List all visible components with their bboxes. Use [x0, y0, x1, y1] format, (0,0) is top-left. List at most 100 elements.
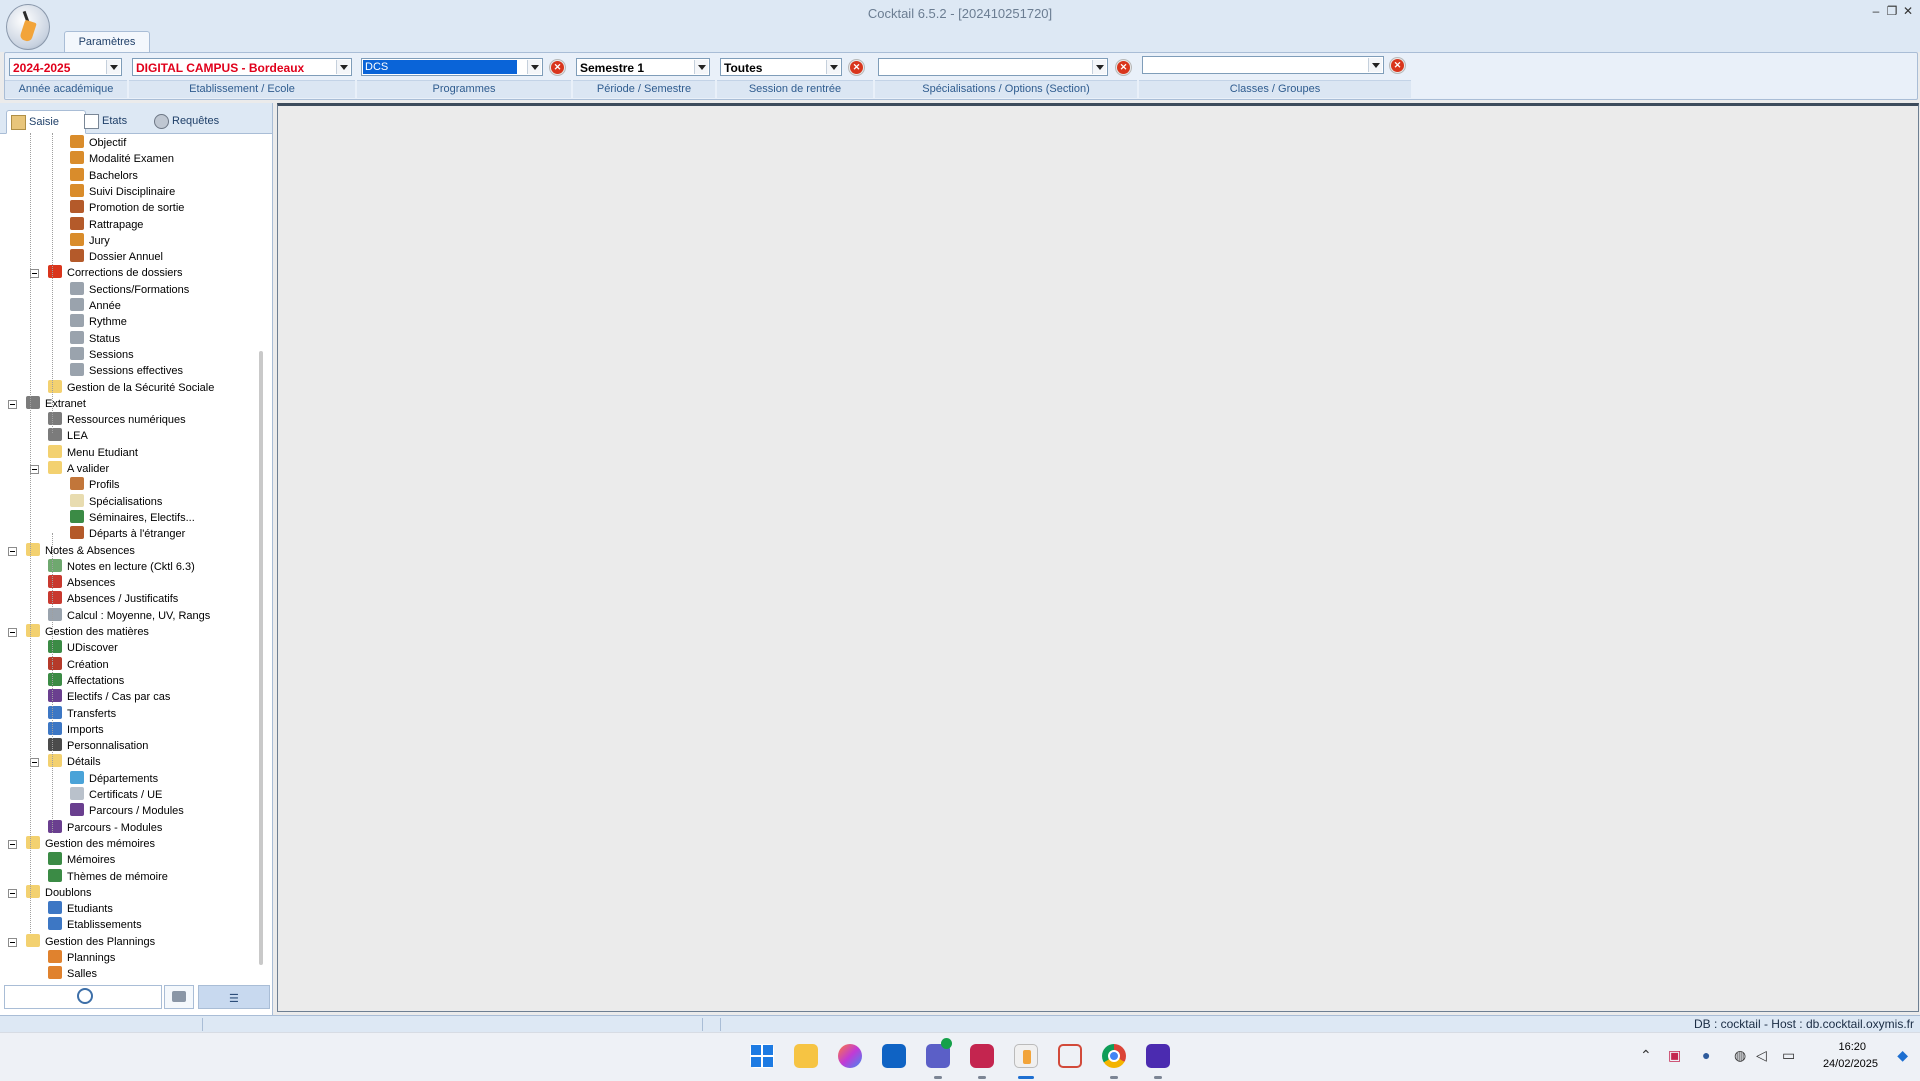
collapse-toggle[interactable]: [8, 937, 17, 947]
clear-programmes-button[interactable]: [549, 59, 566, 76]
tree-item[interactable]: Menu Etudiant: [48, 444, 138, 461]
tab-requetes[interactable]: Requêtes: [150, 110, 219, 132]
chevron-down-icon[interactable]: [694, 60, 708, 74]
tree-search-button[interactable]: [4, 985, 162, 1009]
tree-item[interactable]: Bachelors: [70, 167, 138, 184]
tab-saisie[interactable]: Saisie: [6, 110, 86, 134]
tree-item[interactable]: Départements: [70, 770, 158, 787]
tree-item[interactable]: Départs à l'étranger: [70, 526, 185, 542]
annee-select[interactable]: 2024-2025: [9, 58, 122, 76]
tree-item[interactable]: Sections/Formations: [70, 281, 189, 298]
notification-bell-icon[interactable]: ◆: [1897, 1047, 1908, 1064]
tree-item[interactable]: Etablissements: [48, 917, 142, 933]
snipping-tool-icon[interactable]: [1058, 1044, 1082, 1068]
tree-item[interactable]: Plannings: [48, 950, 115, 966]
microphone-icon[interactable]: ●: [1702, 1047, 1710, 1063]
file-explorer-icon[interactable]: [794, 1044, 818, 1068]
outlook-icon[interactable]: [882, 1044, 906, 1068]
start-icon[interactable]: [750, 1044, 774, 1068]
collapse-toggle[interactable]: [30, 269, 39, 279]
tree-item[interactable]: Création: [48, 656, 109, 673]
chevron-down-icon[interactable]: [527, 60, 541, 74]
tree-item[interactable]: Détails: [48, 754, 101, 770]
chevron-up-icon[interactable]: ⌃: [1640, 1047, 1652, 1064]
tree-item[interactable]: Status: [70, 330, 120, 347]
specialisations-select[interactable]: [878, 58, 1108, 76]
clear-classes-button[interactable]: [1389, 57, 1406, 74]
tree-item[interactable]: LEA: [48, 428, 88, 444]
tree-item[interactable]: Doublons: [26, 884, 91, 901]
gift-icon[interactable]: ▣: [1668, 1047, 1681, 1064]
tree-item[interactable]: Calcul : Moyenne, UV, Rangs: [48, 607, 210, 624]
collapse-toggle[interactable]: [8, 888, 17, 898]
tree-item[interactable]: Rythme: [70, 314, 127, 330]
cocktail-app-icon[interactable]: [1014, 1044, 1038, 1068]
teams-icon[interactable]: [926, 1038, 952, 1068]
tree-item[interactable]: Personnalisation: [48, 738, 148, 754]
collapse-toggle[interactable]: [8, 628, 17, 637]
clock-date[interactable]: 24/02/2025: [1823, 1058, 1878, 1070]
clock-time[interactable]: 16:20: [1838, 1041, 1866, 1053]
periode-select[interactable]: Semestre 1: [576, 58, 710, 76]
tree-item[interactable]: Absences: [48, 575, 115, 591]
print-button[interactable]: [164, 985, 194, 1009]
tree-item[interactable]: Notes & Absences: [26, 542, 135, 559]
tree-item[interactable]: Corrections de dossiers: [48, 265, 183, 281]
chevron-down-icon[interactable]: [1092, 60, 1106, 74]
close-button[interactable]: ✕: [1900, 4, 1916, 18]
tree-item[interactable]: A valider: [48, 461, 109, 477]
tree-item[interactable]: Objectif: [70, 135, 126, 151]
tree-item[interactable]: Suivi Disciplinaire: [70, 183, 175, 200]
tab-etats[interactable]: Etats: [80, 110, 127, 132]
tree-item[interactable]: Spécialisations: [70, 493, 162, 510]
minimize-button[interactable]: –: [1868, 4, 1884, 18]
tree-item[interactable]: Mémoires: [48, 852, 115, 868]
tree-item[interactable]: Année: [70, 298, 121, 314]
search-app-icon[interactable]: [1146, 1044, 1170, 1068]
tree-item[interactable]: Thèmes de mémoire: [48, 868, 168, 885]
collapse-toggle[interactable]: [8, 399, 17, 409]
tree-item[interactable]: Dossier Annuel: [70, 249, 163, 265]
tree-view-button[interactable]: ☰: [198, 985, 270, 1009]
tree-item[interactable]: Gestion des mémoires: [26, 835, 155, 852]
tree-item[interactable]: Sessions effectives: [70, 363, 183, 379]
tab-parametres[interactable]: Paramètres: [64, 31, 150, 53]
tree-item[interactable]: Sessions: [70, 346, 134, 363]
cocktail-logo-icon[interactable]: [6, 4, 50, 50]
tree-item[interactable]: Profils: [70, 477, 120, 493]
chevron-down-icon[interactable]: [1368, 58, 1382, 72]
tree-item[interactable]: Parcours / Modules: [70, 803, 184, 819]
session-select[interactable]: Toutes: [720, 58, 842, 76]
etablissement-select[interactable]: DIGITAL CAMPUS - Bordeaux: [132, 58, 352, 76]
copilot-icon[interactable]: [838, 1044, 862, 1068]
tree-item[interactable]: Modalité Examen: [70, 151, 174, 167]
tree-item[interactable]: Gestion des Plannings: [26, 933, 155, 950]
clear-session-button[interactable]: [848, 59, 865, 76]
collapse-toggle[interactable]: [8, 546, 17, 556]
clear-specialisations-button[interactable]: [1115, 59, 1132, 76]
collapse-toggle[interactable]: [30, 465, 39, 474]
tree-item[interactable]: Salles: [48, 966, 97, 982]
tree-item[interactable]: UDiscover: [48, 640, 118, 656]
tree-item[interactable]: Gestion de la Sécurité Sociale: [48, 379, 214, 396]
classes-select[interactable]: [1142, 56, 1384, 74]
tree-item[interactable]: Affectations: [48, 672, 124, 689]
tree-item[interactable]: Séminaires, Electifs...: [70, 509, 195, 526]
tree-item[interactable]: Rattrapage: [70, 216, 143, 233]
tree-item[interactable]: Jury: [70, 232, 110, 249]
tree-item[interactable]: Gestion des matières: [26, 624, 149, 640]
tree-item[interactable]: Electifs / Cas par cas: [48, 689, 170, 705]
tree-item[interactable]: Imports: [48, 721, 104, 738]
hyperplanning-icon[interactable]: [970, 1044, 994, 1068]
chevron-down-icon[interactable]: [106, 60, 120, 74]
battery-icon[interactable]: ▭: [1782, 1047, 1795, 1064]
chevron-down-icon[interactable]: [336, 60, 350, 74]
tree-scrollbar[interactable]: [259, 351, 263, 965]
tree-item[interactable]: Ressources numériques: [48, 412, 186, 428]
tree-item[interactable]: Transferts: [48, 705, 116, 722]
volume-muted-icon[interactable]: ◁: [1756, 1047, 1767, 1064]
programmes-select[interactable]: DCS: [361, 58, 543, 76]
chevron-down-icon[interactable]: [826, 60, 840, 74]
network-icon[interactable]: ◍: [1734, 1047, 1746, 1064]
tree-item[interactable]: Certificats / UE: [70, 787, 162, 803]
